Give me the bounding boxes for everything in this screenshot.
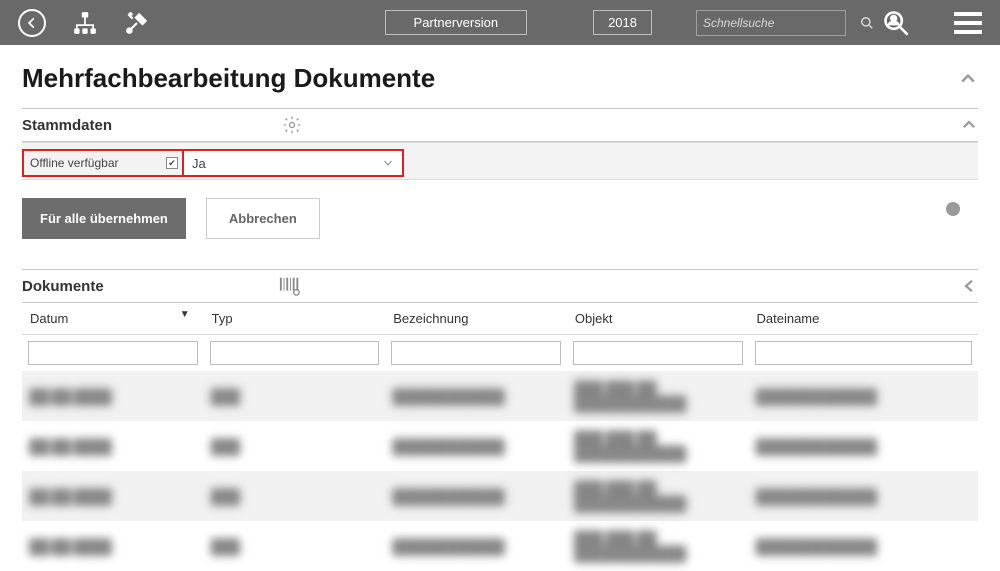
table-row[interactable]: ██.██.████ ███ ████████████ ███ ███ ██ █… — [22, 521, 978, 571]
chevron-down-icon — [382, 157, 394, 169]
col-typ[interactable]: Typ — [204, 303, 386, 335]
filter-bezeichnung[interactable] — [391, 341, 561, 365]
sitemap-icon[interactable] — [72, 10, 98, 36]
topbar: Partnerversion 2018 — [0, 0, 1000, 45]
barcode-icon[interactable] — [279, 276, 301, 296]
table-row[interactable]: ██.██.████ ███ ████████████ ███ ███ ██ █… — [22, 471, 978, 521]
offline-available-label: Offline verfügbar — [30, 156, 119, 170]
filter-typ[interactable] — [210, 341, 380, 365]
quick-search-input[interactable] — [703, 16, 860, 30]
filter-row — [22, 335, 978, 372]
col-bezeichnung[interactable]: Bezeichnung — [385, 303, 567, 335]
table-row[interactable]: ██.██.████ ███ ████████████ ███ ███ ██ █… — [22, 371, 978, 421]
offline-available-row: Offline verfügbar ✔ Ja — [22, 149, 404, 177]
filter-datum[interactable] — [28, 341, 198, 365]
collapse-dokumente-icon[interactable] — [960, 277, 978, 295]
search-icon[interactable] — [860, 16, 874, 30]
sort-desc-icon: ▼ — [180, 309, 190, 320]
apply-all-button[interactable]: Für alle übernehmen — [22, 198, 186, 239]
quick-search-box[interactable] — [696, 10, 846, 36]
menu-icon[interactable] — [954, 12, 982, 34]
col-datum[interactable]: Datum▼ — [22, 303, 204, 335]
cancel-button[interactable]: Abbrechen — [206, 198, 320, 239]
section-header-dokumente: Dokumente — [22, 269, 978, 303]
status-dot — [946, 202, 960, 216]
col-dateiname[interactable]: Dateiname — [749, 303, 979, 335]
offline-available-select[interactable]: Ja — [184, 151, 402, 175]
partner-version-button[interactable]: Partnerversion — [385, 10, 528, 35]
filter-dateiname[interactable] — [755, 341, 973, 365]
col-objekt[interactable]: Objekt — [567, 303, 749, 335]
filter-objekt[interactable] — [573, 341, 743, 365]
offline-available-value: Ja — [192, 156, 206, 171]
gear-icon[interactable] — [282, 115, 302, 135]
offline-available-label-cell: Offline verfügbar ✔ — [24, 151, 184, 175]
section-header-stammdaten: Stammdaten — [22, 108, 978, 142]
offline-available-checkbox[interactable]: ✔ — [166, 157, 178, 169]
back-button[interactable] — [18, 9, 46, 37]
section-label-stammdaten: Stammdaten — [22, 117, 112, 134]
page-title: Mehrfachbearbeitung Dokumente — [22, 63, 435, 94]
year-button[interactable]: 2018 — [593, 10, 652, 35]
table-row[interactable]: ██.██.████ ███ ████████████ ███ ███ ██ █… — [22, 421, 978, 471]
collapse-page-icon[interactable] — [958, 69, 978, 89]
section-label-dokumente: Dokumente — [22, 278, 104, 295]
person-search-icon[interactable] — [882, 9, 910, 37]
tools-icon[interactable] — [124, 10, 150, 36]
collapse-stammdaten-icon[interactable] — [960, 116, 978, 134]
documents-table: Datum▼ Typ Bezeichnung Objekt Dateiname … — [22, 303, 978, 571]
